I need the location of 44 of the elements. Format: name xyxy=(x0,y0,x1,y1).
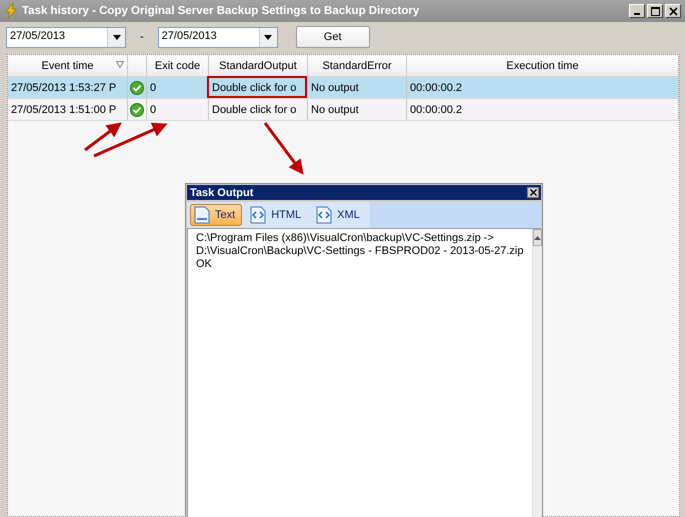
table-cell: Double click for o xyxy=(212,82,296,94)
maximize-button[interactable] xyxy=(647,4,663,18)
history-row[interactable]: 27/05/2013 1:51:00 P 0 Double click for o No output 00:00:00.2 xyxy=(8,99,679,121)
close-icon xyxy=(668,6,678,16)
close-button[interactable] xyxy=(527,187,539,198)
column-header[interactable]: Exit code xyxy=(147,55,209,76)
table-cell: 00:00:00.2 xyxy=(410,104,462,116)
date-from-field[interactable]: 27/05/2013 xyxy=(6,26,126,48)
table-cell: No output xyxy=(311,104,359,116)
lightning-icon xyxy=(4,3,18,19)
scrollbar[interactable] xyxy=(532,229,542,517)
window-title: Task Output xyxy=(190,186,254,198)
minimize-icon xyxy=(634,13,640,15)
minimize-button[interactable] xyxy=(629,4,645,18)
filter-icon xyxy=(116,61,124,68)
scroll-up-icon xyxy=(534,236,540,240)
table-cell: 0 xyxy=(150,82,156,94)
table-cell: 0 xyxy=(150,104,156,116)
table-cell: No output xyxy=(311,82,359,94)
table-cell: 27/05/2013 1:53:27 P xyxy=(11,82,116,94)
column-header[interactable]: Event time xyxy=(8,55,128,76)
document-icon xyxy=(194,206,210,224)
output-text: C:\Program Files (x86)\VisualCron\backup\VC-Settings.zip -> D:\VisualCron\Backup\VC-Settings - FBSPROD02 - 2013-05-27.zip OK xyxy=(195,231,524,272)
get-button[interactable]: Get xyxy=(296,26,370,48)
table-cell: 27/05/2013 1:51:00 P xyxy=(11,104,116,116)
column-header[interactable]: StandardOutput xyxy=(209,55,308,76)
maximize-icon xyxy=(650,6,660,16)
dropdown-icon xyxy=(112,34,120,40)
format-tab[interactable]: Text xyxy=(190,204,242,226)
dropdown-icon xyxy=(264,34,272,40)
window-title: Task history - Copy Original Server Backup Settings to Backup Directory xyxy=(22,5,420,17)
column-header[interactable]: StandardError xyxy=(308,55,407,76)
table-cell: Double click for o xyxy=(212,104,296,116)
range-separator: - xyxy=(139,31,145,43)
date-to-field[interactable]: 27/05/2013 xyxy=(158,26,278,48)
code-document-icon xyxy=(250,206,266,224)
table-cell: 00:00:00.2 xyxy=(410,82,462,94)
code-document-icon xyxy=(316,206,332,224)
history-row[interactable]: 27/05/2013 1:53:27 P 0 Double click for o No output 00:00:00.2 xyxy=(8,77,679,99)
close-icon xyxy=(530,189,536,196)
format-tab[interactable]: HTML xyxy=(246,204,308,226)
format-tab[interactable]: XML xyxy=(312,204,367,226)
arrow xyxy=(264,122,304,175)
column-header[interactable]: Execution time xyxy=(407,55,679,76)
